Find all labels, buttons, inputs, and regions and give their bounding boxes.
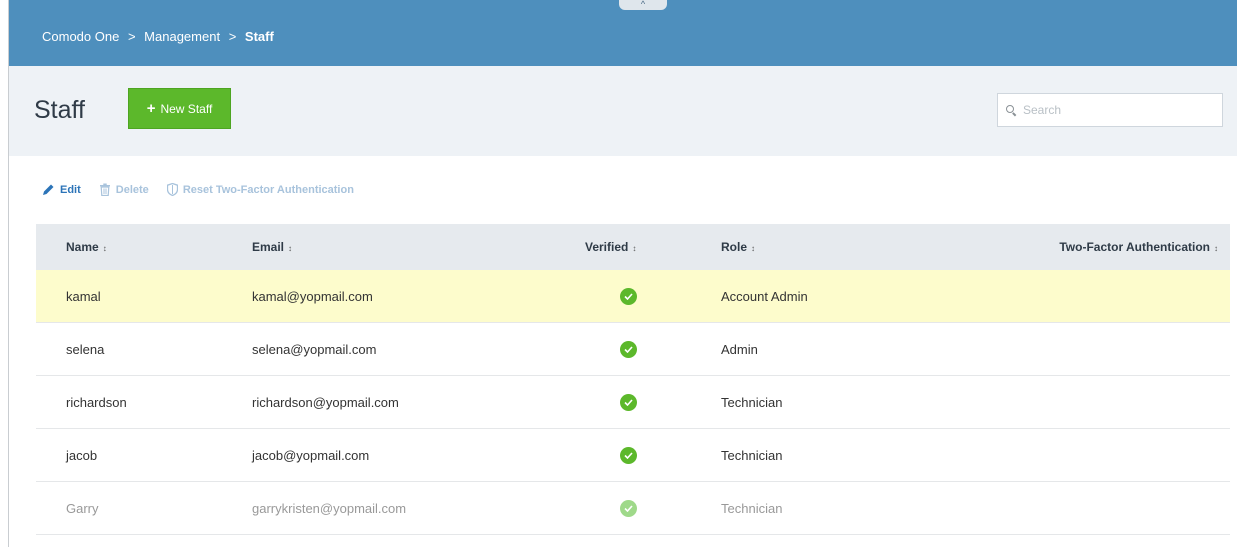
search-input[interactable] xyxy=(1023,103,1213,117)
sort-icon: ↕ xyxy=(751,244,756,253)
table-row[interactable]: selena selena@yopmail.com Admin xyxy=(36,323,1230,376)
sort-icon: ↕ xyxy=(102,244,107,253)
cell-name: richardson xyxy=(66,394,127,410)
column-header-role[interactable]: Role ↕ xyxy=(721,240,921,254)
breadcrumb-item-staff: Staff xyxy=(244,29,274,44)
breadcrumb-separator: > xyxy=(127,29,136,44)
cell-role: Technician xyxy=(721,394,783,410)
cell-name: kamal xyxy=(66,288,101,304)
column-header-name[interactable]: Name ↕ xyxy=(36,240,252,254)
plus-icon: + xyxy=(146,100,156,117)
column-header-label: Role xyxy=(721,240,748,254)
cell-name: Garry xyxy=(66,500,99,516)
edit-button[interactable]: Edit xyxy=(42,183,81,196)
table-header: Name ↕ Email ↕ Verified ↕ Role ↕ Two-Factor … xyxy=(36,224,1230,270)
cell-verified xyxy=(585,287,721,305)
cell-email: richardson@yopmail.com xyxy=(252,394,399,410)
app-frame: Comodo One > Management > Staff ^ Staff … xyxy=(8,0,1237,547)
check-circle-icon xyxy=(620,446,637,464)
cell-email: jacob@yopmail.com xyxy=(252,447,370,463)
cell-name: selena xyxy=(66,341,105,357)
check-circle-icon xyxy=(620,340,637,358)
column-header-two-factor[interactable]: Two-Factor Authentication ↕ xyxy=(921,240,1230,254)
cell-role: Technician xyxy=(721,447,783,463)
table-row[interactable]: kamal kamal@yopmail.com Account Admin xyxy=(36,270,1230,323)
column-header-email[interactable]: Email ↕ xyxy=(252,240,585,254)
table-row[interactable]: jacob jacob@yopmail.com Technician xyxy=(36,429,1230,482)
column-header-label: Email xyxy=(252,240,285,254)
cell-role: Technician xyxy=(721,500,783,516)
column-header-label: Verified xyxy=(585,240,629,254)
breadcrumb-separator: > xyxy=(228,29,237,44)
collapse-header-toggle[interactable]: ^ xyxy=(619,0,667,10)
column-header-label: Name xyxy=(66,240,99,254)
cell-name: jacob xyxy=(66,447,98,463)
new-staff-button[interactable]: + New Staff xyxy=(128,88,231,129)
delete-button[interactable]: Delete xyxy=(99,183,149,196)
column-header-label: Two-Factor Authentication xyxy=(1059,240,1210,254)
check-circle-icon xyxy=(620,393,637,411)
check-circle-icon xyxy=(620,287,637,305)
cell-email: selena@yopmail.com xyxy=(252,341,377,357)
table-row[interactable]: richardson richardson@yopmail.com Techni… xyxy=(36,376,1230,429)
reset-two-factor-label: Reset Two-Factor Authentication xyxy=(182,183,354,196)
check-circle-icon xyxy=(620,499,637,517)
staff-table: Name ↕ Email ↕ Verified ↕ Role ↕ Two-Factor … xyxy=(36,224,1230,535)
cell-verified xyxy=(585,499,721,517)
cell-email: kamal@yopmail.com xyxy=(252,288,373,304)
trash-icon xyxy=(99,183,110,196)
delete-label: Delete xyxy=(115,183,149,196)
cell-role: Admin xyxy=(721,341,758,357)
breadcrumb: Comodo One > Management > Staff xyxy=(42,29,274,44)
chevron-up-icon: ^ xyxy=(640,0,646,9)
top-bar: Comodo One > Management > Staff ^ xyxy=(9,0,1237,66)
search-icon xyxy=(1006,104,1017,116)
sort-icon: ↕ xyxy=(1214,244,1218,253)
pencil-icon xyxy=(43,184,54,195)
reset-two-factor-button[interactable]: Reset Two-Factor Authentication xyxy=(166,183,354,196)
table-row[interactable]: Garry garrykristen@yopmail.com Technicia… xyxy=(36,482,1230,535)
search-box xyxy=(997,93,1223,127)
cell-email: garrykristen@yopmail.com xyxy=(252,500,407,516)
breadcrumb-item-management[interactable]: Management xyxy=(144,29,220,44)
cell-verified xyxy=(585,340,721,358)
sort-icon: ↕ xyxy=(632,244,637,253)
edit-label: Edit xyxy=(60,183,81,196)
action-toolbar: Edit Delete Reset Two-Factor Authenticat… xyxy=(42,183,354,196)
sort-icon: ↕ xyxy=(288,244,293,253)
cell-verified xyxy=(585,393,721,411)
column-header-verified[interactable]: Verified ↕ xyxy=(585,240,721,254)
cell-verified xyxy=(585,446,721,464)
new-staff-button-label: New Staff xyxy=(160,101,213,116)
cell-role: Account Admin xyxy=(721,288,808,304)
shield-icon xyxy=(166,183,178,196)
page-title: Staff xyxy=(34,96,85,124)
breadcrumb-item-comodo-one[interactable]: Comodo One xyxy=(42,29,119,44)
